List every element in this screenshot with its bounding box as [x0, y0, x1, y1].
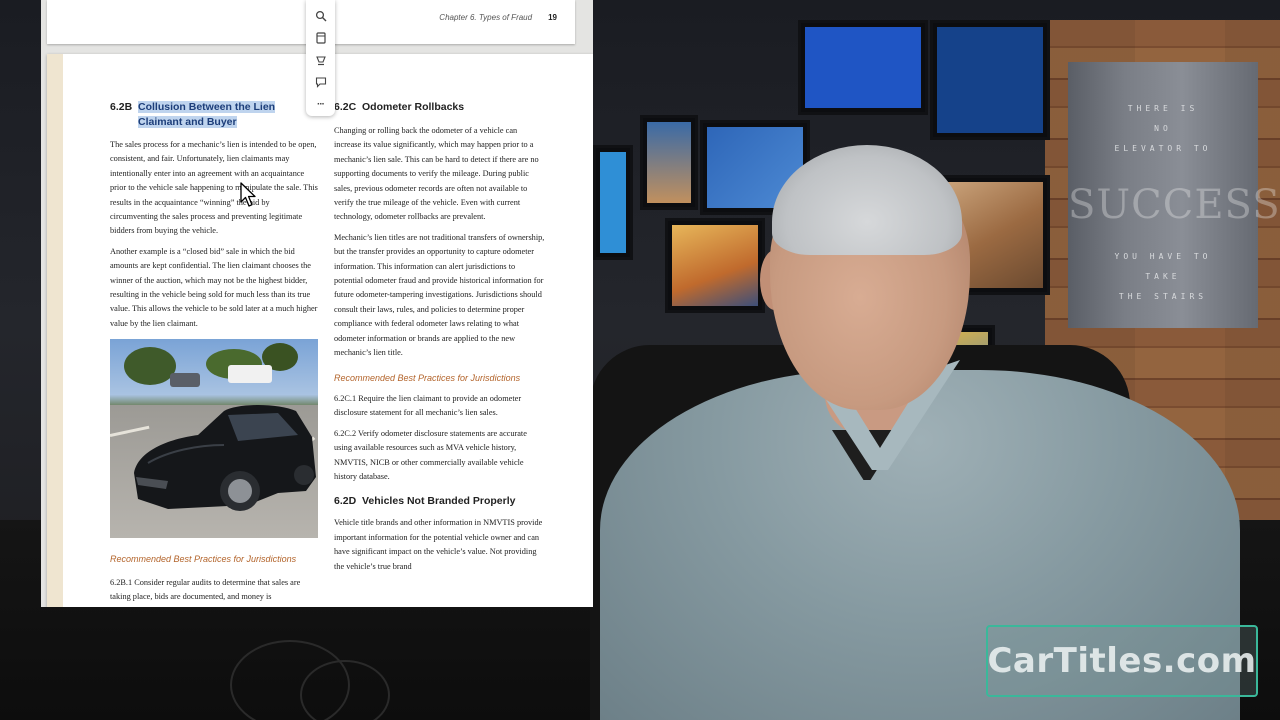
cartitles-watermark: CarTitles.com	[986, 625, 1258, 697]
more-button[interactable]: ···	[311, 96, 331, 112]
page-margin-bar	[47, 54, 63, 607]
heading-number: 6.2D	[334, 495, 357, 508]
car-photo	[110, 339, 318, 539]
heading-text-highlighted[interactable]: Collusion Between the Lien	[138, 101, 276, 113]
heading-text: Odometer Rollbacks	[362, 101, 465, 113]
section-heading-6-2c: 6.2C Odometer Rollbacks	[334, 100, 546, 115]
practice-item: 6.2B.1 Consider regular audits to determ…	[110, 577, 301, 602]
heading-text-highlighted[interactable]: Claimant and Buyer	[138, 116, 237, 128]
more-icon: ···	[317, 98, 325, 110]
section-heading-6-2d: 6.2D Vehicles Not Branded Properly	[334, 494, 546, 509]
black-coupe	[134, 405, 316, 512]
page-number: 19	[548, 13, 557, 22]
right-column: 6.2C Odometer Rollbacks Changing or rolli…	[334, 100, 546, 574]
monitor	[798, 20, 928, 115]
poster-word: SUCCESS	[1068, 182, 1280, 228]
highlighter-icon	[315, 56, 326, 66]
poster-line: YOU HAVE TO	[1114, 252, 1212, 261]
search-icon	[315, 10, 326, 22]
document-page[interactable]: 6.2B Collusion Between the Lien Claimant …	[47, 54, 593, 607]
monitor	[930, 20, 1050, 140]
mouse-cursor-icon	[240, 182, 256, 207]
section-heading-6-2b[interactable]: 6.2B Collusion Between the Lien	[110, 100, 318, 115]
best-practices-subheading: Recommended Best Practices for Jurisdict…	[110, 554, 297, 565]
poster-line: THERE IS	[1127, 104, 1199, 113]
monitor	[593, 145, 633, 260]
comment-button[interactable]	[311, 74, 331, 90]
motivational-poster: THERE IS NO ELEVATOR TO SUCCESS YOU HAVE…	[1068, 62, 1280, 328]
practice-item: 6.2C.2 Verify odometer disclosure statem…	[334, 428, 527, 481]
page-view-button[interactable]	[311, 30, 331, 46]
section-heading-6-2b-line2[interactable]: Claimant and Buyer	[110, 115, 318, 130]
left-column: 6.2B Collusion Between the Lien Claimant …	[110, 100, 318, 605]
watermark-text: CarTitles.com	[987, 641, 1257, 681]
paragraph: The sales process for a mechanic’s lien …	[110, 140, 318, 236]
poster-line: ELEVATOR TO	[1114, 144, 1212, 153]
paragraph: Vehicle title brands and other informati…	[334, 518, 543, 571]
search-button[interactable]	[311, 8, 331, 24]
chapter-title: Chapter 6. Types of Fraud	[439, 13, 533, 22]
paragraph: Changing or rolling back the odometer of…	[334, 126, 539, 222]
monitor	[665, 218, 765, 313]
poster-line: NO	[1154, 124, 1172, 133]
heading-number: 6.2C	[334, 101, 357, 113]
poster-line: TAKE	[1145, 272, 1181, 281]
tree	[124, 347, 176, 386]
comment-icon	[315, 77, 326, 88]
monitor	[640, 115, 698, 210]
heading-number: 6.2B	[110, 101, 133, 113]
annotation-toolbar: ···	[306, 0, 335, 116]
best-practices-subheading: Recommended Best Practices for Jurisdict…	[334, 372, 521, 383]
running-header: Chapter 6. Types of Fraud 19	[439, 13, 557, 22]
heading-text: Vehicles Not Branded Properly	[362, 495, 516, 508]
page-icon	[315, 32, 326, 44]
highlight-button[interactable]	[311, 52, 331, 68]
paragraph: Mechanic’s lien titles are not tradition…	[334, 232, 545, 358]
paragraph: Another example is a “closed bid” sale i…	[110, 246, 318, 328]
practice-item: 6.2C.1 Require the lien claimant to prov…	[334, 393, 522, 418]
pdf-viewer[interactable]: Chapter 6. Types of Fraud 19 6.2B Collusio…	[41, 0, 593, 607]
poster-line: THE STAIRS	[1118, 292, 1208, 301]
